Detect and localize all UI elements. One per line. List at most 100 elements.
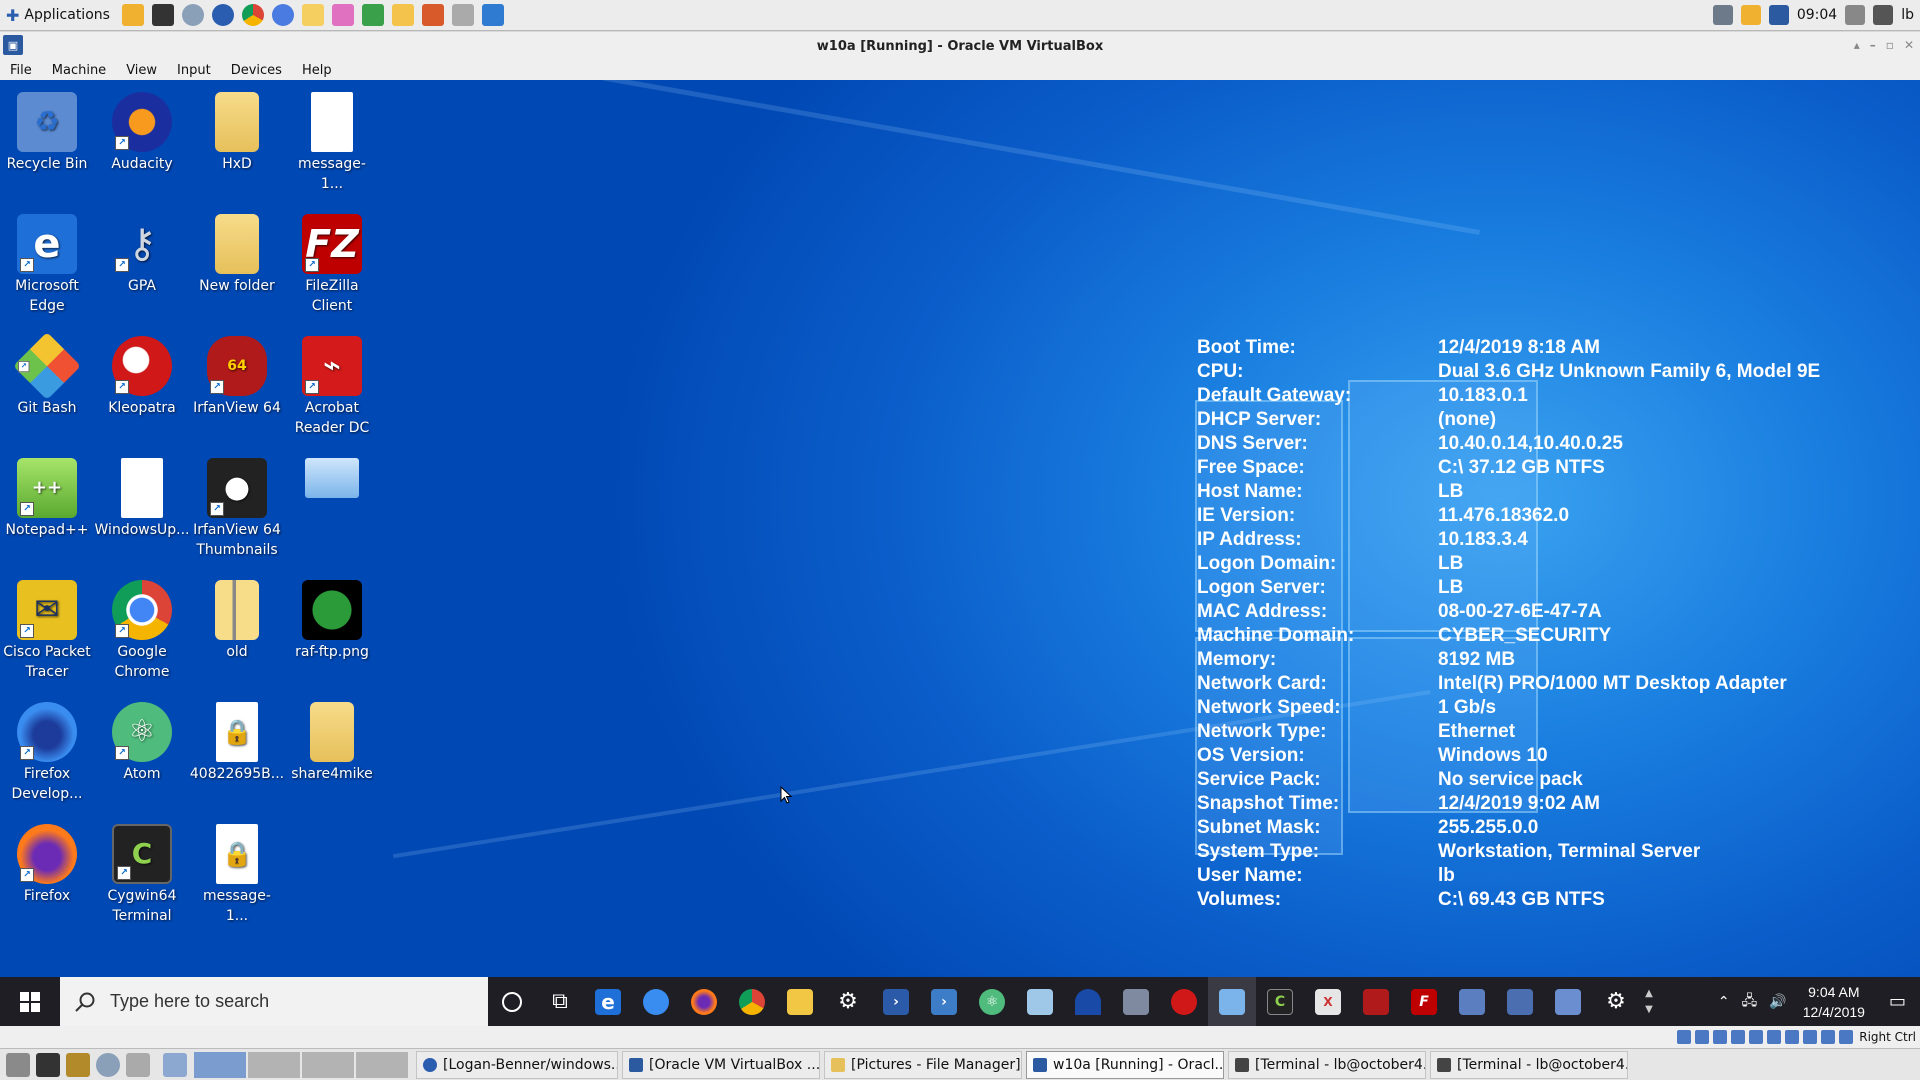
desktop-icon-raf-ftp[interactable]: raf-ftp.png [287, 580, 377, 662]
math-launcher-icon[interactable] [451, 4, 474, 26]
desktop-icon-audacity[interactable]: ↗ Audacity [97, 92, 187, 174]
menu-help[interactable]: Help [292, 63, 342, 78]
web-browser-launcher-icon[interactable] [181, 4, 204, 26]
taskbar-atom[interactable]: ⚛ [968, 977, 1016, 1026]
taskbar-network-app-3[interactable] [1544, 977, 1592, 1026]
virtualbox-tray-icon[interactable] [1768, 5, 1789, 25]
taskbar-firefox-dev[interactable] [632, 977, 680, 1026]
desktop-icon-40822695b[interactable]: 🔒 40822695B... [190, 702, 284, 784]
hard-disk-status-icon[interactable] [1677, 1030, 1692, 1044]
workspace-4[interactable] [356, 1051, 408, 1078]
taskbar-control-panel[interactable] [1208, 977, 1256, 1026]
desktop-icon-irfanview[interactable]: 64 ↗ IrfanView 64 [192, 336, 282, 418]
display-status-icon[interactable] [1785, 1030, 1800, 1044]
update-icon[interactable] [1740, 5, 1761, 25]
settings-tray-icon[interactable] [1873, 5, 1894, 25]
desktop-icon-gpa[interactable]: ⚷ ↗ GPA [97, 214, 187, 296]
host-task-terminal-1[interactable]: [Terminal - lb@october4... [1228, 1050, 1426, 1079]
launcher-icon-10[interactable] [391, 4, 414, 26]
desktop-icon-cygwin[interactable]: C ↗ Cygwin64 Terminal [97, 824, 187, 926]
guest-clock[interactable]: 9:04 AM 12/4/2019 [1793, 982, 1875, 1022]
desktop-icon-share4mike[interactable]: share4mike [287, 702, 377, 784]
chrome-launcher-icon[interactable] [241, 4, 264, 26]
taskbar-powershell[interactable]: › [872, 977, 920, 1026]
desktop-icon-notepadpp[interactable]: ++ ↗ Notepad++ [2, 458, 92, 540]
desktop-icon-hxd[interactable]: HxD [192, 92, 282, 174]
show-desktop-icon[interactable] [6, 1052, 30, 1077]
task-view-button[interactable]: ⧉ [536, 977, 584, 1026]
menu-file[interactable]: File [0, 63, 42, 78]
workspace-3[interactable] [302, 1051, 354, 1078]
taskbar-search-box[interactable]: Type here to search [60, 977, 488, 1026]
vbox-window-titlebar[interactable]: ▣ w10a [Running] - Oracle VM VirtualBox … [0, 32, 1920, 61]
host-task-terminal-2[interactable]: [Terminal - lb@october4... [1430, 1050, 1628, 1079]
menu-input[interactable]: Input [167, 63, 221, 78]
taskbar-xml-app[interactable]: X [1304, 977, 1352, 1026]
minimize-icon[interactable]: – [1870, 38, 1876, 52]
taskbar-file-explorer[interactable] [776, 977, 824, 1026]
applications-menu-button[interactable]: ✚ Applications [0, 0, 116, 30]
close-icon[interactable]: ✕ [1904, 38, 1914, 52]
desktop-icon-irfanview-thumbnails[interactable]: ● ↗ IrfanView 64 Thumbnails [192, 458, 282, 560]
desktop-icon-message-1[interactable]: message-1... [287, 92, 377, 194]
menu-view[interactable]: View [116, 63, 167, 78]
desktop-icon-kleopatra[interactable]: ↗ Kleopatra [97, 336, 187, 418]
desktop-icon-firefox-dev[interactable]: ↗ Firefox Develop... [2, 702, 92, 804]
workspace-2[interactable] [248, 1051, 300, 1078]
home-folder-icon[interactable] [163, 1052, 187, 1077]
taskbar-edge[interactable]: e [584, 977, 632, 1026]
writer-launcher-icon[interactable] [481, 4, 504, 26]
shared-folders-status-icon[interactable] [1767, 1030, 1782, 1044]
desktop-icon-filezilla[interactable]: FZ ↗ FileZilla Client [287, 214, 377, 316]
desktop-icon-firefox[interactable]: ↗ Firefox [2, 824, 92, 906]
guest-desktop[interactable]: ♻ Recycle Bin ↗ Audacity HxD message-1..… [0, 80, 1920, 977]
taskbar-firefox[interactable] [680, 977, 728, 1026]
host-user-name[interactable]: lb [1901, 7, 1914, 23]
taskbar-chrome[interactable] [728, 977, 776, 1026]
chromium-launcher-icon[interactable] [271, 4, 294, 26]
show-hidden-icons-icon[interactable]: ⌃ [1712, 994, 1736, 1010]
launcher-icon-8[interactable] [331, 4, 354, 26]
printer-icon[interactable] [1712, 5, 1733, 25]
launcher-icon-1[interactable] [121, 4, 144, 26]
taskbar-kleopatra[interactable] [1160, 977, 1208, 1026]
spreadsheet-launcher-icon[interactable] [361, 4, 384, 26]
taskbar-scroll[interactable]: ▲ ▼ [1640, 986, 1658, 1018]
cpu-status-icon[interactable] [1821, 1030, 1836, 1044]
window-up-icon[interactable]: ▴ [1854, 38, 1860, 52]
action-center-icon[interactable]: ▭ [1875, 991, 1920, 1012]
taskbar-network-app-2[interactable] [1496, 977, 1544, 1026]
desktop-icon-old[interactable]: old [192, 580, 282, 662]
taskbar-network-app-1[interactable] [1448, 977, 1496, 1026]
file-manager-icon[interactable] [66, 1052, 90, 1077]
taskbar-app-1[interactable] [1016, 977, 1064, 1026]
taskbar-app-2[interactable] [1064, 977, 1112, 1026]
start-button[interactable] [0, 977, 60, 1026]
desktop-icon-message-1-locked[interactable]: 🔒 message-1... [192, 824, 282, 926]
desktop-icon-recycle-bin[interactable]: ♻ Recycle Bin [2, 92, 92, 174]
taskbar-cygwin[interactable]: C [1256, 977, 1304, 1026]
volume-icon[interactable]: 🔊 [1763, 994, 1792, 1010]
maximize-icon[interactable]: ▫ [1886, 38, 1894, 52]
taskbar-powershell-ise[interactable]: › [920, 977, 968, 1026]
taskbar-irfanview[interactable] [1352, 977, 1400, 1026]
host-task-vbox-manager[interactable]: [Oracle VM VirtualBox ... [622, 1050, 820, 1079]
taskbar-filezilla[interactable]: F [1400, 977, 1448, 1026]
usb-status-icon[interactable] [1749, 1030, 1764, 1044]
desktop-icon-windowsup[interactable]: WindowsUp... [95, 458, 190, 540]
host-task-file-manager[interactable]: [Pictures - File Manager] [824, 1050, 1022, 1079]
host-clock[interactable]: 09:04 [1797, 7, 1837, 23]
network-status-icon[interactable] [1731, 1030, 1746, 1044]
taskbar-gpa[interactable] [1112, 977, 1160, 1026]
menu-devices[interactable]: Devices [221, 63, 292, 78]
recording-status-icon[interactable] [1803, 1030, 1818, 1044]
launcher-icon-7[interactable] [301, 4, 324, 26]
host-task-vm-window[interactable]: w10a [Running] - Oracl... [1026, 1050, 1224, 1079]
desktop-icon-chrome[interactable]: ↗ Google Chrome [97, 580, 187, 682]
cortana-button[interactable] [488, 977, 536, 1026]
app-finder-icon[interactable] [126, 1052, 150, 1077]
web-browser-icon[interactable] [96, 1052, 120, 1077]
network-icon[interactable]: 🖧 [1736, 990, 1764, 1014]
desktop-icon-new-folder[interactable]: New folder [192, 214, 282, 296]
taskbar-settings-2[interactable]: ⚙ [1592, 977, 1640, 1026]
